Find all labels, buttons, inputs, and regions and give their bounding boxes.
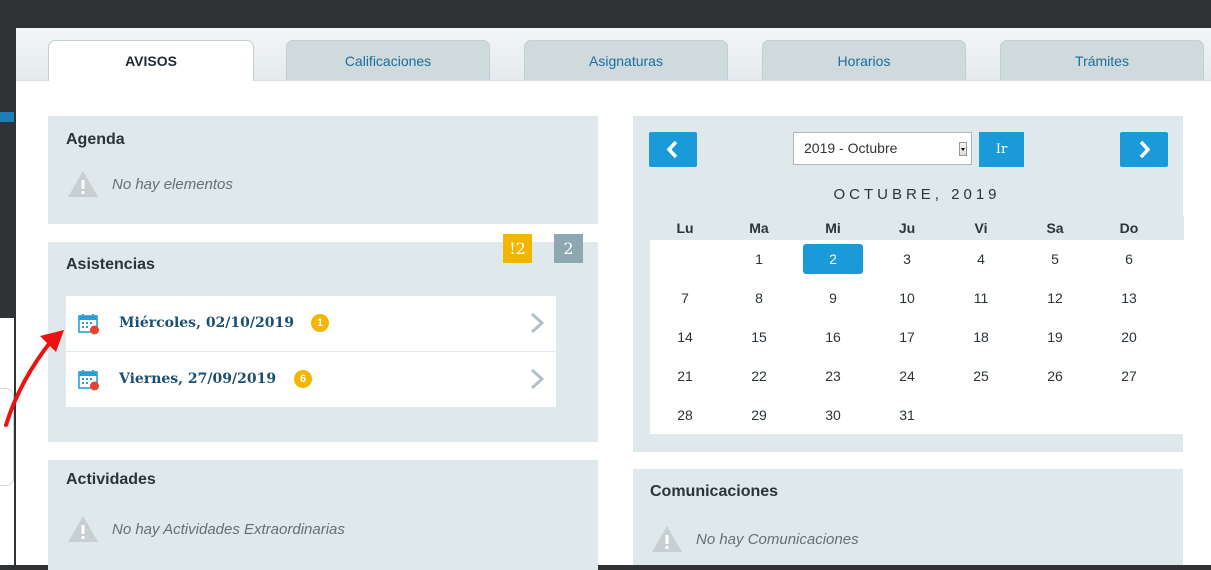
next-month-button[interactable] xyxy=(1120,132,1168,167)
calendar-day[interactable]: 29 xyxy=(729,400,789,430)
asistencias-title: Asistencias xyxy=(66,256,155,273)
calendar-day[interactable]: 7 xyxy=(655,283,715,313)
weekday-label: Do xyxy=(1119,220,1139,236)
calendar-day[interactable]: 18 xyxy=(951,322,1011,352)
weekday-label: Sa xyxy=(1046,220,1064,236)
weekday-label: Mi xyxy=(825,220,841,236)
asistencia-item[interactable]: Miércoles, 02/10/2019 1 xyxy=(66,296,556,352)
left-accent xyxy=(0,112,14,122)
actividades-empty: No hay Actividades Extraordinarias xyxy=(66,514,345,544)
calendar-day[interactable]: 24 xyxy=(877,361,937,391)
calendar-day[interactable]: 23 xyxy=(803,361,863,391)
asistencia-date[interactable]: Viernes, 27/09/2019 xyxy=(119,371,276,387)
warning-icon xyxy=(652,526,682,552)
calendar-day[interactable]: 26 xyxy=(1025,361,1085,391)
tab-calificaciones[interactable]: Calificaciones xyxy=(286,40,490,80)
warning-icon xyxy=(68,516,98,542)
agenda-title: Agenda xyxy=(66,131,125,148)
asistencia-count-badge: 6 xyxy=(294,370,312,388)
calendar-day[interactable]: 22 xyxy=(729,361,789,391)
calendar-day-today[interactable]: 2 xyxy=(803,244,863,274)
actividades-title: Actividades xyxy=(66,471,156,488)
actividades-panel: Actividades No hay Actividades Extraordi… xyxy=(48,460,598,570)
agenda-empty-text: No hay elementos xyxy=(112,175,233,193)
chevron-right-icon xyxy=(1139,140,1151,159)
calendar-day[interactable]: 28 xyxy=(655,400,715,430)
calendar-day[interactable]: 15 xyxy=(729,322,789,352)
chevron-right-icon[interactable] xyxy=(530,312,544,334)
calendar-day[interactable]: 6 xyxy=(1099,244,1159,274)
calendar-grid: 1 2 3 4 5 6 7 8 9 10 11 12 13 14 15 16 17 18 19 20 21 22 23 24 2… xyxy=(650,240,1184,434)
asistencia-item[interactable]: Viernes, 27/09/2019 6 xyxy=(66,352,556,407)
weekday-label: Ju xyxy=(898,220,916,236)
calendar-icon xyxy=(78,314,99,335)
calendar-day[interactable]: 21 xyxy=(655,361,715,391)
app-top-bar xyxy=(0,0,1211,28)
calendar-day[interactable]: 17 xyxy=(877,322,937,352)
red-arrow-annotation xyxy=(4,330,64,427)
prev-month-button[interactable] xyxy=(649,132,697,167)
calendar-day[interactable]: 9 xyxy=(803,283,863,313)
actividades-empty-text: No hay Actividades Extraordinarias xyxy=(112,520,345,538)
calendar-icon xyxy=(78,370,99,391)
calendar-day[interactable]: 20 xyxy=(1099,322,1159,352)
weekday-label: Lu xyxy=(676,220,694,236)
tab-asignaturas[interactable]: Asignaturas xyxy=(524,40,728,80)
asistencias-count-badge[interactable]: 2 xyxy=(554,234,583,263)
calendar-day[interactable]: 27 xyxy=(1099,361,1159,391)
warning-icon xyxy=(68,171,98,197)
weekday-label: Vi xyxy=(974,220,988,236)
tab-bar: AVISOS Calificaciones Asignaturas Horari… xyxy=(16,28,1211,81)
agenda-panel: Agenda No hay elementos xyxy=(48,116,598,224)
calendar-day[interactable]: 10 xyxy=(877,283,937,313)
left-background xyxy=(0,28,14,318)
chevron-left-icon xyxy=(666,140,678,159)
comunicaciones-empty: No hay Comunicaciones xyxy=(650,524,859,554)
calendar-day[interactable]: 12 xyxy=(1025,283,1085,313)
comunicaciones-title: Comunicaciones xyxy=(650,483,779,500)
asistencia-date[interactable]: Miércoles, 02/10/2019 xyxy=(119,315,294,331)
go-button[interactable]: Ir xyxy=(979,132,1024,167)
tab-tramites[interactable]: Trámites xyxy=(1000,40,1204,80)
calendar-day[interactable]: 30 xyxy=(803,400,863,430)
calendar-day[interactable]: 16 xyxy=(803,322,863,352)
calendar-day[interactable]: 25 xyxy=(951,361,1011,391)
calendar-day[interactable]: 11 xyxy=(951,283,1011,313)
calendar-day[interactable]: 8 xyxy=(729,283,789,313)
calendar-day[interactable]: 14 xyxy=(655,322,715,352)
calendar-day[interactable]: 5 xyxy=(1025,244,1085,274)
calendar-month-title: OCTUBRE, 2019 xyxy=(833,186,1001,203)
month-select-value: 2019 - Octubre xyxy=(804,140,898,156)
calendar-day[interactable]: 4 xyxy=(951,244,1011,274)
comunicaciones-panel: Comunicaciones No hay Comunicaciones xyxy=(633,469,1183,565)
main-page: AVISOS Calificaciones Asignaturas Horari… xyxy=(16,28,1211,570)
tab-horarios[interactable]: Horarios xyxy=(762,40,966,80)
comunicaciones-empty-text: No hay Comunicaciones xyxy=(696,530,859,548)
calendar-day[interactable]: 13 xyxy=(1099,283,1159,313)
asistencia-count-badge: 1 xyxy=(311,314,329,332)
calendar-day[interactable]: 31 xyxy=(877,400,937,430)
select-arrow-icon xyxy=(959,142,967,156)
month-select[interactable]: 2019 - Octubre xyxy=(793,132,972,165)
asistencias-warning-badge[interactable]: !2 xyxy=(503,234,532,263)
agenda-empty: No hay elementos xyxy=(66,169,233,199)
tab-avisos[interactable]: AVISOS xyxy=(48,40,254,81)
weekday-label: Ma xyxy=(749,220,769,236)
chevron-right-icon[interactable] xyxy=(530,368,544,390)
calendar-day[interactable]: 19 xyxy=(1025,322,1085,352)
asistencias-list: Miércoles, 02/10/2019 1 Viernes, 27/09/2… xyxy=(66,296,556,407)
weekday-header: Lu Ma Mi Ju Vi Sa Do xyxy=(650,216,1184,240)
calendar-day[interactable]: 3 xyxy=(877,244,937,274)
calendar-day[interactable]: 1 xyxy=(729,244,789,274)
